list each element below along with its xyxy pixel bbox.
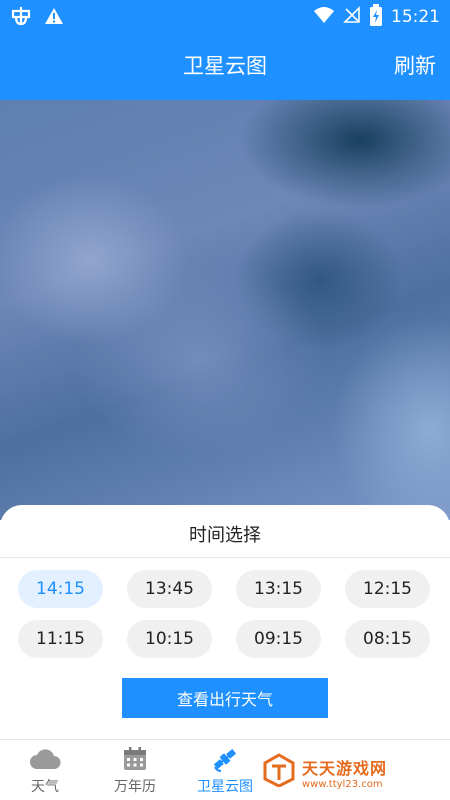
bug-notification-icon <box>10 5 32 31</box>
wifi-icon <box>313 6 335 28</box>
status-time: 15:21 <box>391 7 440 27</box>
time-chip[interactable]: 10:15 <box>127 620 212 658</box>
nav-label: 天气 <box>31 779 59 795</box>
time-chip[interactable]: 14:15 <box>18 570 103 608</box>
nav-item-satellite[interactable]: 卫星云图 <box>180 744 270 796</box>
time-chip[interactable]: 13:15 <box>236 570 321 608</box>
calendar-icon <box>90 744 180 774</box>
nav-item-weather[interactable]: 天气 <box>0 744 90 796</box>
warning-icon <box>44 6 64 30</box>
time-chip[interactable]: 09:15 <box>236 620 321 658</box>
cloud-icon <box>0 744 90 774</box>
watermark-name: 天天游戏网 <box>302 758 388 778</box>
time-selection-sheet: 时间选择 14:15 13:45 13:15 12:15 11:15 10:15… <box>0 505 450 739</box>
refresh-button[interactable]: 刷新 <box>394 50 436 80</box>
app-bar: 卫星云图 刷新 <box>0 32 450 100</box>
watermark-logo-icon <box>262 753 296 791</box>
status-bar-notifications <box>10 5 64 31</box>
status-bar-system: 15:21 <box>313 4 440 30</box>
status-bar: 15:21 <box>0 0 450 32</box>
nav-label: 万年历 <box>114 779 156 795</box>
time-chip[interactable]: 08:15 <box>345 620 430 658</box>
time-grid: 14:15 13:45 13:15 12:15 11:15 10:15 09:1… <box>18 570 432 658</box>
satellite-cloud-image[interactable] <box>0 100 450 520</box>
view-travel-weather-button[interactable]: 查看出行天气 <box>122 678 328 718</box>
divider <box>0 557 450 558</box>
watermark: 天天游戏网 www.ttyl23.com <box>262 752 450 792</box>
nav-item-calendar[interactable]: 万年历 <box>90 744 180 796</box>
watermark-url: www.ttyl23.com <box>302 778 383 790</box>
time-chip[interactable]: 11:15 <box>18 620 103 658</box>
time-chip[interactable]: 12:15 <box>345 570 430 608</box>
satellite-icon <box>180 744 270 774</box>
time-chip[interactable]: 13:45 <box>127 570 212 608</box>
sheet-title: 时间选择 <box>189 525 261 546</box>
watermark-text: 天天游戏网 www.ttyl23.com <box>302 755 387 790</box>
nav-label: 卫星云图 <box>197 779 253 795</box>
battery-charging-icon <box>369 4 383 30</box>
page-title: 卫星云图 <box>183 54 267 78</box>
no-signal-icon <box>343 6 361 28</box>
